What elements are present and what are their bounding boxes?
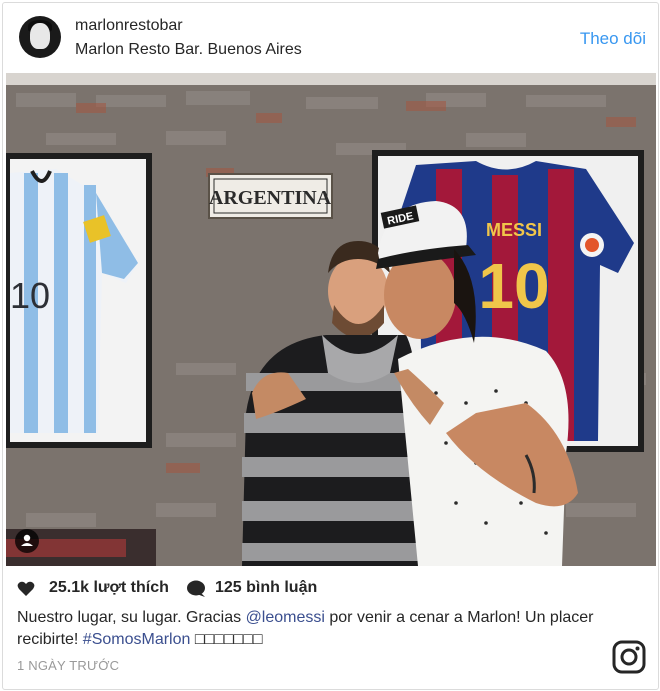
left-jersey-number: 10 [10,275,50,316]
follow-button[interactable]: Theo dõi [580,29,646,49]
caption-text: Nuestro lugar, su lugar. Gracias [17,609,246,626]
comments-count[interactable]: 125 bình luận [215,579,317,597]
instagram-logo-icon[interactable] [612,640,646,674]
heart-icon[interactable] [17,581,35,597]
caption-emoji-placeholders: □□□□□□□ [190,631,263,648]
likes-count[interactable]: 25.1k lượt thích [49,579,169,597]
mention-link[interactable]: @leomessi [246,609,325,626]
post-card: marlonrestobar Marlon Resto Bar. Buenos … [2,2,659,690]
post-timestamp[interactable]: 1 NGÀY TRƯỚC [17,658,119,673]
post-header: marlonrestobar Marlon Resto Bar. Buenos … [3,3,658,73]
photo-illustration: 10 ARGENTINA MESSI 10 RIDE [6,73,656,566]
avatar-portrait-icon[interactable] [19,16,61,58]
right-jersey-number: 10 [478,250,549,322]
post-caption: Nuestro lugar, su lugar. Gracias @leomes… [17,607,607,651]
post-photo[interactable]: 10 ARGENTINA MESSI 10 RIDE [6,73,656,566]
comment-bubble-icon[interactable] [186,580,206,598]
argentina-sign-text: ARGENTINA [209,187,332,209]
right-jersey-name: MESSI [486,220,542,240]
hashtag-link[interactable]: #SomosMarlon [83,631,191,648]
username[interactable]: marlonrestobar [75,17,183,35]
location[interactable]: Marlon Resto Bar. Buenos Aires [75,41,302,59]
person-tag-icon[interactable] [15,529,39,553]
